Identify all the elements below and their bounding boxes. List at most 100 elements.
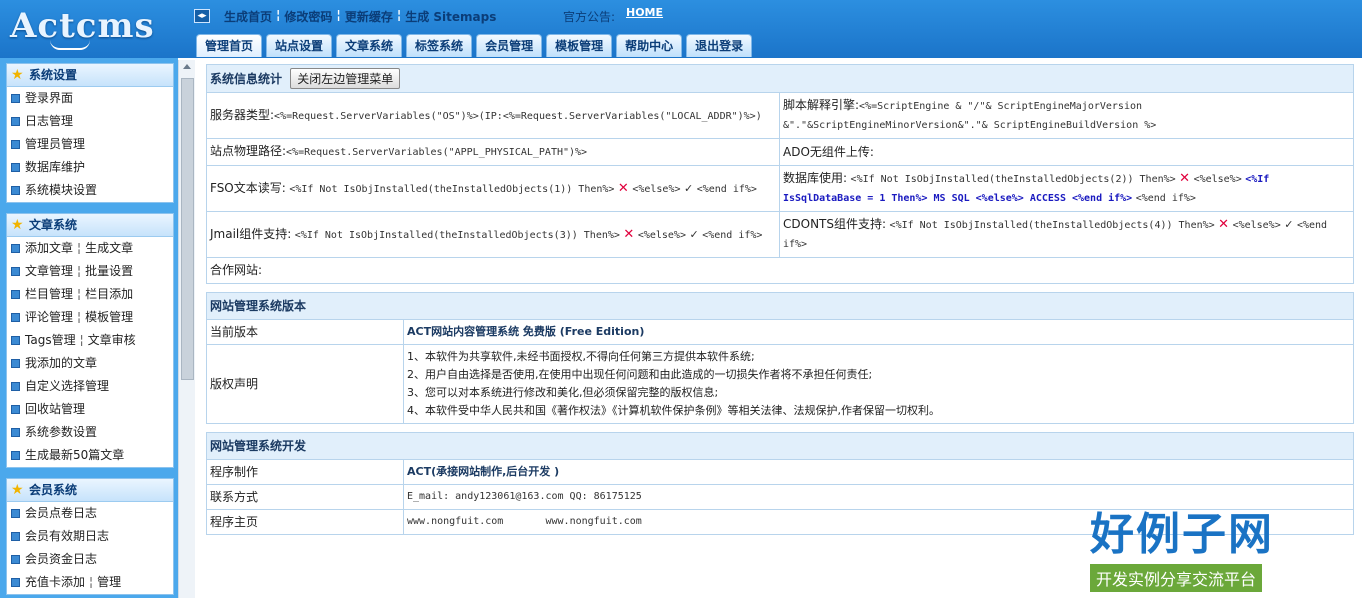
database-cell: 数据库使用: <%If Not IsObjInstalled(theInstal…	[779, 165, 1354, 212]
panel-system-settings: ★ 系统设置 登录界面 日志管理 管理员管理 数据库维护 系统模块设置	[6, 63, 174, 203]
cross-icon: ✕	[623, 226, 635, 242]
notice-label: 官方公告:	[563, 10, 616, 24]
bullet-icon	[11, 405, 20, 414]
menu-item-database[interactable]: 数据库维护	[7, 156, 173, 179]
star-icon: ★	[11, 217, 24, 233]
bullet-icon	[11, 382, 20, 391]
bullet-icon	[11, 428, 20, 437]
scroll-thumb[interactable]	[181, 78, 194, 380]
menu-item-article-management[interactable]: 文章管理	[25, 264, 73, 278]
copyright-text: 1、本软件为共享软件,未经书面授权,不得向任何第三方提供本软件系统; 2、用户自…	[403, 344, 1354, 424]
panel-title-system-settings[interactable]: ★ 系统设置	[7, 64, 173, 87]
homepage-label: 程序主页	[206, 509, 404, 535]
menu-item-modules[interactable]: 系统模块设置	[7, 179, 173, 202]
menu-item-add-column[interactable]: 栏目添加	[85, 287, 133, 301]
cross-icon: ✕	[1218, 217, 1230, 232]
bullet-icon	[11, 336, 20, 345]
change-password-link[interactable]: 修改密码	[284, 8, 332, 25]
fso-cell: FSO文本读写: <%If Not IsObjInstalled(theInst…	[206, 165, 780, 212]
tab-template-management[interactable]: 模板管理	[546, 34, 613, 57]
menu-item-login[interactable]: 登录界面	[7, 87, 173, 110]
partner-sites-cell: 合作网站:	[206, 257, 1354, 284]
menu-item-batch-settings[interactable]: 批量设置	[85, 264, 133, 278]
version-table: 网站管理系统版本 当前版本 ACT网站内容管理系统 免费版 (Free Edit…	[206, 292, 1354, 424]
homepage-link-1[interactable]: www.nongfuit.com	[407, 516, 503, 527]
bullet-icon	[11, 163, 20, 172]
menu-item-admins[interactable]: 管理员管理	[7, 133, 173, 156]
close-left-menu-button[interactable]: 关闭左边管理菜单	[290, 68, 401, 89]
menu-item-funds-log[interactable]: 会员资金日志	[7, 548, 173, 571]
bullet-icon	[11, 267, 20, 276]
top-header: Actcms ◂▸ 生成首页 ¦ 修改密码 ¦ 更新缓存 ¦ 生成 Sitemaps …	[0, 0, 1362, 58]
tab-site-settings[interactable]: 站点设置	[266, 34, 333, 57]
panel-member-system: ★ 会员系统 会员点卷日志 会员有效期日志 会员资金日志 充值卡添加 ¦ 管理	[6, 478, 174, 595]
bullet-icon	[11, 555, 20, 564]
menu-item-generate-latest[interactable]: 生成最新50篇文章	[7, 444, 173, 467]
generate-home-link[interactable]: 生成首页	[224, 8, 272, 25]
menu-item-template-management[interactable]: 模板管理	[85, 310, 133, 324]
tab-member-management[interactable]: 会员管理	[476, 34, 543, 57]
cdonts-cell: CDONTS组件支持: <%If Not IsObjInstalled(theI…	[779, 211, 1354, 258]
panel-title-member-system[interactable]: ★ 会员系统	[7, 479, 173, 502]
menu-item-custom-select[interactable]: 自定义选择管理	[7, 375, 173, 398]
menu-item-system-params[interactable]: 系统参数设置	[7, 421, 173, 444]
menu-item-comment-management[interactable]: 评论管理	[25, 310, 73, 324]
developer-title: 网站管理系统开发	[206, 432, 1354, 460]
system-info-header: 系统信息统计 关闭左边管理菜单	[206, 64, 1354, 93]
menu-item-card-management[interactable]: 管理	[97, 575, 121, 589]
menu-row: 文章管理 ¦ 批量设置	[7, 260, 173, 283]
tab-help-center[interactable]: 帮助中心	[616, 34, 683, 57]
cross-icon: ✕	[1179, 171, 1191, 186]
script-engine-cell: 脚本解释引擎:<%=ScriptEngine & "/"& ScriptEngi…	[779, 92, 1354, 139]
menu-item-tags-management[interactable]: Tags管理	[25, 333, 76, 347]
star-icon: ★	[11, 67, 24, 83]
menu-item-add-card[interactable]: 充值卡添加	[25, 575, 85, 589]
bullet-icon	[11, 509, 20, 518]
menu-item-validity-log[interactable]: 会员有效期日志	[7, 525, 173, 548]
check-icon: ✓	[1284, 218, 1294, 231]
tab-logout[interactable]: 退出登录	[686, 34, 753, 57]
scroll-up-icon[interactable]	[183, 64, 191, 69]
menu-row: 栏目管理 ¦ 栏目添加	[7, 283, 173, 306]
menu-item-my-articles[interactable]: 我添加的文章	[7, 352, 173, 375]
main-tabs: 管理首页 站点设置 文章系统 标签系统 会员管理 模板管理 帮助中心 退出登录	[196, 34, 753, 57]
update-cache-link[interactable]: 更新缓存	[345, 8, 393, 25]
current-version-value: ACT网站内容管理系统 免费版 (Free Edition)	[403, 319, 1354, 345]
tab-article-system[interactable]: 文章系统	[336, 34, 403, 57]
watermark-logo: 好例子网 开发实例分享交流平台	[1090, 498, 1274, 592]
contact-label: 联系方式	[206, 484, 404, 510]
menu-item-add-article[interactable]: 添加文章	[25, 241, 73, 255]
menu-item-logs[interactable]: 日志管理	[7, 110, 173, 133]
panel-title-article-system[interactable]: ★ 文章系统	[7, 214, 173, 237]
check-icon: ✓	[689, 227, 699, 241]
toggle-sidebar-icon[interactable]: ◂▸	[194, 9, 210, 23]
menu-item-article-review[interactable]: 文章审核	[88, 333, 136, 347]
menu-item-generate-article[interactable]: 生成文章	[85, 241, 133, 255]
tab-admin-home[interactable]: 管理首页	[196, 34, 263, 57]
bullet-icon	[11, 578, 20, 587]
menu-item-points-log[interactable]: 会员点卷日志	[7, 502, 173, 525]
bullet-icon	[11, 313, 20, 322]
bullet-icon	[11, 532, 20, 541]
menu-row: 评论管理 ¦ 模板管理	[7, 306, 173, 329]
system-info-table: 系统信息统计 关闭左边管理菜单 服务器类型:<%=Request.ServerV…	[206, 64, 1354, 284]
sidebar-scrollbar[interactable]	[178, 60, 195, 598]
check-icon: ✓	[684, 181, 694, 195]
cross-icon: ✕	[617, 180, 629, 196]
maker-label: 程序制作	[206, 459, 404, 485]
generate-sitemaps-link[interactable]: 生成 Sitemaps	[405, 8, 496, 25]
star-icon: ★	[11, 482, 24, 498]
menu-item-recycle-bin[interactable]: 回收站管理	[7, 398, 173, 421]
bullet-icon	[11, 244, 20, 253]
menu-row: 添加文章 ¦ 生成文章	[7, 237, 173, 260]
actcms-logo: Actcms	[10, 6, 155, 50]
menu-row: Tags管理 ¦ 文章审核	[7, 329, 173, 352]
menu-item-column-management[interactable]: 栏目管理	[25, 287, 73, 301]
menu-row: 充值卡添加 ¦ 管理	[7, 571, 173, 594]
bullet-icon	[11, 186, 20, 195]
bullet-icon	[11, 451, 20, 460]
homepage-link-2[interactable]: www.nongfuit.com	[545, 516, 641, 527]
panel-article-system: ★ 文章系统 添加文章 ¦ 生成文章 文章管理 ¦ 批量设置 栏目管理 ¦ 栏目添加 评论管理…	[6, 213, 174, 468]
home-link[interactable]: HOME	[626, 6, 663, 19]
tab-tag-system[interactable]: 标签系统	[406, 34, 473, 57]
